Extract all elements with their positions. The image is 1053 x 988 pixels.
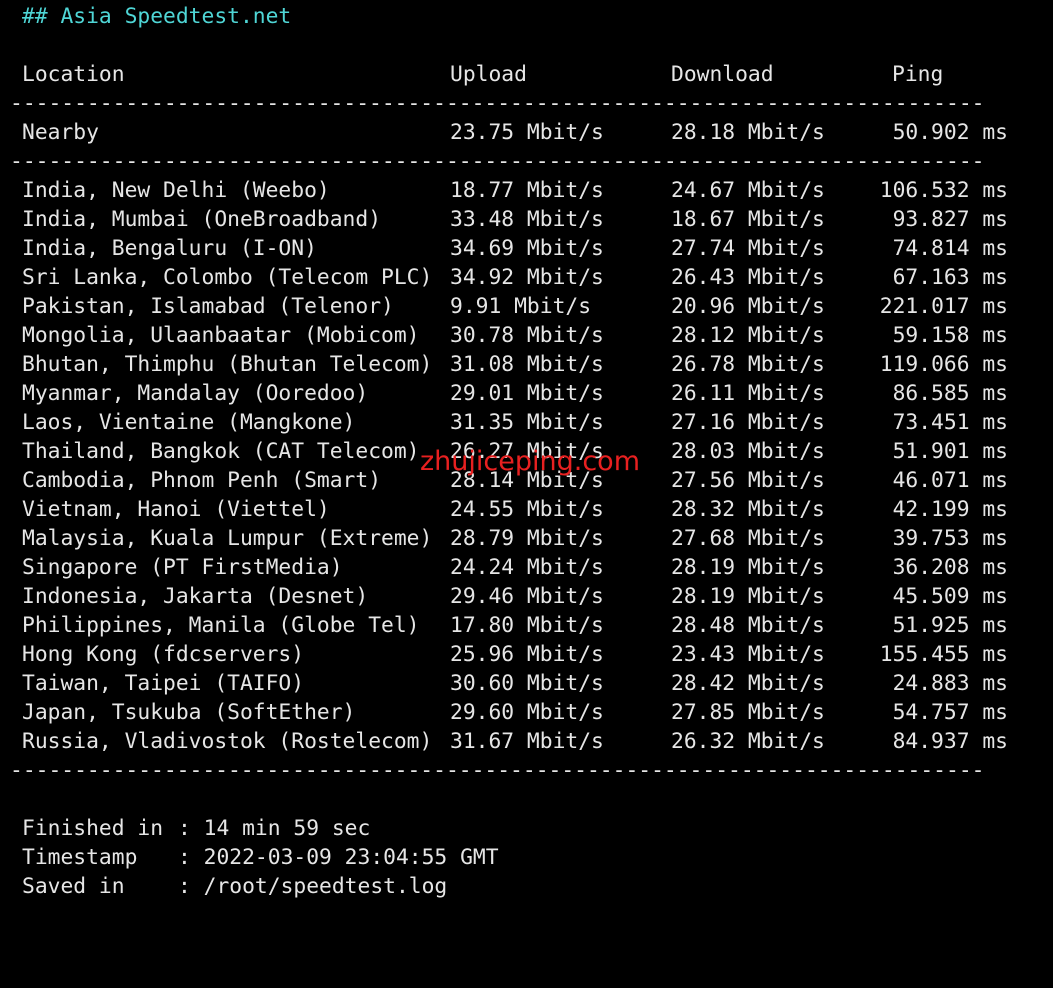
row-ping: 221.017 ms (879, 294, 1008, 319)
column-header-upload: Upload (450, 62, 527, 87)
row-ping: 67.163 ms (892, 265, 1008, 290)
column-header-location: Location (22, 62, 125, 87)
column-header-ping: Ping (892, 62, 944, 87)
row-ping: 36.208 ms (892, 555, 1008, 580)
footer-key: Timestamp (22, 845, 138, 870)
row-ping: 119.066 ms (879, 352, 1008, 377)
table-row: Vietnam, Hanoi (Viettel) 24.55 Mbit/s 28.3… (22, 495, 1008, 524)
row-ping: 155.455 ms (879, 642, 1008, 667)
footer-key: Finished in (22, 816, 164, 841)
table-row: Philippines, Manila (Globe Tel) 17.80 Mbi… (22, 611, 1008, 640)
table-row: Mongolia, Ulaanbaatar (Mobicom) 30.78 Mbi… (22, 321, 1008, 350)
footer-value: : 14 min 59 sec (178, 816, 371, 841)
row-ping: 54.757 ms (892, 700, 1008, 725)
row-ping: 73.451 ms (892, 410, 1008, 435)
row-ping: 84.937 ms (892, 729, 1008, 754)
table-row: Singapore (PT FirstMedia) 24.24 Mbit/s 28.… (22, 553, 1008, 582)
footer-timestamp: Timestamp : 2022-03-09 23:04:55 GMT (22, 843, 922, 872)
table-row: Sri Lanka, Colombo (Telecom PLC) 34.92 Mb… (22, 263, 1008, 292)
table-row: Laos, Vientaine (Mangkone) 31.35 Mbit/s 27… (22, 408, 1008, 437)
row-ping: 86.585 ms (892, 381, 1008, 406)
table-row: Bhutan, Thimphu (Bhutan Telecom) 31.08 Mb… (22, 350, 1008, 379)
row-ping: 42.199 ms (892, 497, 1008, 522)
table-row: Russia, Vladivostok (Rostelecom) 31.67 Mb… (22, 727, 1008, 756)
row-ping: 93.827 ms (892, 207, 1008, 232)
footer-key: Saved in (22, 874, 125, 899)
section-heading: ## Asia Speedtest.net (22, 4, 292, 29)
separator-line: ----------------------------------------… (10, 149, 985, 174)
table-row: Japan, Tsukuba (SoftEther) 29.60 Mbit/s 27… (22, 698, 1008, 727)
separator-line: ----------------------------------------… (10, 758, 985, 783)
nearby-ping: 50.902 ms (892, 120, 1008, 145)
row-ping: 106.532 ms (879, 178, 1008, 203)
table-row: India, Mumbai (OneBroadband) 33.48 Mbit/s… (22, 205, 1008, 234)
row-ping: 59.158 ms (892, 323, 1008, 348)
table-header: Location Upload Download Ping (22, 60, 1008, 89)
footer-saved: Saved in : /root/speedtest.log (22, 872, 922, 901)
table-row: India, Bengaluru (I-ON) 34.69 Mbit/s 27.74… (22, 234, 1008, 263)
row-ping: 74.814 ms (892, 236, 1008, 261)
table-row: Pakistan, Islamabad (Telenor) 9.91 Mbit/s… (22, 292, 1008, 321)
row-ping: 45.509 ms (892, 584, 1008, 609)
footer-finished: Finished in : 14 min 59 sec (22, 814, 922, 843)
table-row: Indonesia, Jakarta (Desnet) 29.46 Mbit/s 2… (22, 582, 1008, 611)
row-ping: 51.925 ms (892, 613, 1008, 638)
table-row: Taiwan, Taipei (TAIFO) 30.60 Mbit/s 28.42 … (22, 669, 1008, 698)
nearby-row: Nearby 23.75 Mbit/s 28.18 Mbit/s 50.902 … (22, 118, 1008, 147)
row-ping: 39.753 ms (892, 526, 1008, 551)
footer-value: : /root/speedtest.log (178, 874, 448, 899)
table-row: Malaysia, Kuala Lumpur (Extreme) 28.79 Mb… (22, 524, 1008, 553)
watermark-text: zhujiceping.com (420, 446, 640, 477)
row-ping: 24.883 ms (892, 671, 1008, 696)
table-row: Hong Kong (fdcservers) 25.96 Mbit/s 23.43 … (22, 640, 1008, 669)
separator-line: ----------------------------------------… (10, 91, 985, 116)
table-row: Myanmar, Mandalay (Ooredoo) 29.01 Mbit/s 2… (22, 379, 1008, 408)
column-header-download: Download (671, 62, 774, 87)
terminal-window: ## Asia Speedtest.net Location Upload Do… (0, 0, 1053, 908)
table-row: India, New Delhi (Weebo) 18.77 Mbit/s 24.6… (22, 176, 1008, 205)
footer-value: : 2022-03-09 23:04:55 GMT (178, 845, 499, 870)
